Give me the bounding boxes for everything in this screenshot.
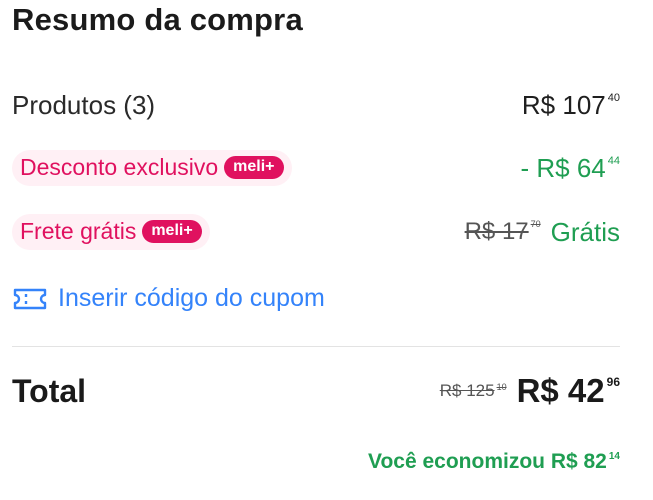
total-price-main: R$ 42 xyxy=(516,372,605,409)
total-price-group: R$ 125 10 R$ 42 96 xyxy=(440,372,620,410)
total-old-price: R$ 125 10 xyxy=(440,381,507,401)
discount-price: - R$ 64 44 xyxy=(520,153,620,184)
total-price: R$ 42 96 xyxy=(517,372,620,410)
shipping-label: Frete grátis xyxy=(20,218,137,244)
discount-price-cents: 44 xyxy=(607,154,620,167)
total-old-price-cents: 10 xyxy=(496,382,507,392)
shipping-row: Frete grátis meli+ R$ 17 70 Grátis xyxy=(12,214,620,250)
shipping-free-text: Grátis xyxy=(550,216,620,247)
total-row: Total R$ 125 10 R$ 42 96 xyxy=(12,372,620,410)
meli-plus-badge: meli+ xyxy=(224,156,284,179)
products-price-main: R$ 107 xyxy=(521,90,606,120)
total-label: Total xyxy=(12,372,87,409)
coupon-label: Inserir código do cupom xyxy=(58,284,325,312)
products-price: R$ 107 40 xyxy=(522,90,620,121)
discount-price-main: - R$ 64 xyxy=(520,152,606,183)
products-label: Produtos (3) xyxy=(12,90,156,120)
total-old-price-main: R$ 125 xyxy=(439,381,495,400)
discount-row: Desconto exclusivo meli+ - R$ 64 44 xyxy=(12,150,620,186)
products-price-cents: 40 xyxy=(607,92,620,104)
shipping-price: R$ 17 70 Grátis xyxy=(465,217,620,248)
shipping-old-price-cents: 70 xyxy=(530,219,541,229)
shipping-pill: Frete grátis meli+ xyxy=(12,214,210,250)
savings-cents: 14 xyxy=(608,451,620,462)
savings-main: Você economizou R$ 82 xyxy=(368,450,607,473)
divider xyxy=(12,346,620,347)
insert-coupon-link[interactable]: Inserir código do cupom xyxy=(12,284,325,313)
shipping-old-price-main: R$ 17 xyxy=(464,218,529,245)
total-price-cents: 96 xyxy=(606,375,620,389)
shipping-old-price: R$ 17 70 xyxy=(465,218,541,246)
discount-label: Desconto exclusivo xyxy=(20,154,219,180)
products-row: Produtos (3) R$ 107 40 xyxy=(12,90,620,121)
coupon-ticket-icon xyxy=(12,286,48,312)
savings-text: Você economizou R$ 82 14 xyxy=(368,450,620,474)
discount-pill: Desconto exclusivo meli+ xyxy=(12,150,292,186)
meli-plus-badge: meli+ xyxy=(142,220,202,243)
page-title: Resumo da compra xyxy=(12,2,303,37)
